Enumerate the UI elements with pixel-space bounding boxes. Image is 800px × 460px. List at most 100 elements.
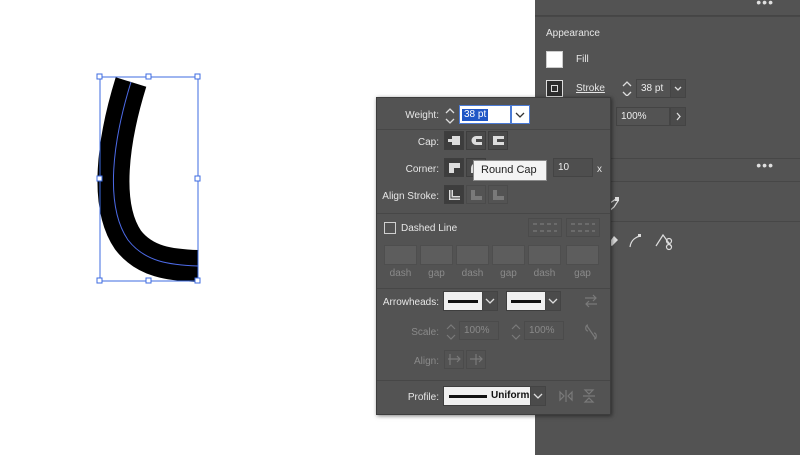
dashed-line-checkbox[interactable] <box>384 222 396 234</box>
butt-cap-icon <box>448 136 460 145</box>
opacity-arrow[interactable] <box>670 107 686 126</box>
scale-end-spinner-icon[interactable] <box>509 321 523 343</box>
handle-top-center <box>145 73 152 80</box>
anchor-point-icon[interactable] <box>627 232 643 250</box>
scale-end-field[interactable]: 100% <box>524 321 564 340</box>
arrowhead-end-select[interactable] <box>506 291 546 311</box>
gap-field-2[interactable] <box>492 245 525 265</box>
align-outside-button[interactable] <box>488 185 508 204</box>
fill-label: Fill <box>576 54 589 65</box>
arrowhead-end-dropdown[interactable] <box>545 291 561 311</box>
miter-join-button[interactable] <box>444 158 464 177</box>
gap-field-1[interactable] <box>420 245 453 265</box>
link-scale-icon[interactable] <box>583 322 599 342</box>
align-inside-button[interactable] <box>466 185 486 204</box>
weight-spinner-icon[interactable] <box>443 105 457 127</box>
scale-start-spinner-icon[interactable] <box>444 321 458 343</box>
line-icon <box>448 300 478 303</box>
profile-select[interactable]: Uniform <box>443 386 531 406</box>
butt-cap-button[interactable] <box>444 131 464 150</box>
chevron-down-icon <box>485 298 495 304</box>
dash-field-2[interactable] <box>456 245 489 265</box>
line-icon <box>511 300 541 303</box>
scale-start-field[interactable]: 100% <box>459 321 499 340</box>
gap-field-3[interactable] <box>566 245 599 265</box>
align-inside-icon <box>471 190 482 200</box>
dash-label: dash <box>461 268 484 279</box>
dash-field-1[interactable] <box>384 245 417 265</box>
popup-divider <box>377 288 610 289</box>
arrowheads-label: Arrowheads: <box>382 297 439 308</box>
uniform-profile-icon <box>449 395 487 398</box>
dash-label: dash <box>389 268 412 279</box>
arrow-place-button[interactable] <box>466 350 486 369</box>
dash-label: dash <box>533 268 556 279</box>
miter-limit-field[interactable]: 10 <box>553 158 593 177</box>
projecting-cap-button[interactable] <box>488 131 508 150</box>
handle-top-right <box>194 73 201 80</box>
profile-label: Profile: <box>407 392 439 403</box>
handle-middle-right <box>194 175 201 182</box>
dash-preserve-icon <box>533 223 557 232</box>
swap-arrows-icon[interactable] <box>582 293 600 309</box>
chevron-down-icon <box>515 112 525 118</box>
align-label: Align: <box>413 356 439 367</box>
preserve-dash-button[interactable] <box>528 218 562 237</box>
dash-align-icon <box>571 223 595 232</box>
panel-divider <box>535 16 800 17</box>
arrow-place-icon <box>470 354 483 365</box>
arrow-extend-icon <box>448 354 461 365</box>
stroke-swatch[interactable] <box>546 80 563 97</box>
miter-join-icon <box>449 163 460 173</box>
align-stroke-label: Align Stroke: <box>382 191 439 202</box>
dashed-line-label: Dashed Line <box>401 223 458 234</box>
chevron-down-icon <box>533 393 543 399</box>
handle-middle-left <box>96 175 103 182</box>
flip-horizontal-icon[interactable] <box>557 388 575 404</box>
cap-label: Cap: <box>417 137 439 148</box>
limit-unit: x <box>597 164 602 175</box>
corner-label: Corner: <box>405 164 439 175</box>
gap-label: gap <box>500 268 517 279</box>
stroke-weight-dropdown[interactable] <box>670 79 686 98</box>
align-center-icon <box>449 190 460 200</box>
handle-top-left <box>96 73 103 80</box>
weight-input[interactable]: 38 pt <box>459 105 511 124</box>
scissors-path-icon[interactable] <box>653 231 675 251</box>
projecting-cap-icon <box>493 136 504 145</box>
arrowhead-start-select[interactable] <box>443 291 483 311</box>
opacity-field[interactable]: 100% <box>616 107 670 126</box>
align-dash-button[interactable] <box>566 218 600 237</box>
chevron-down-icon <box>674 86 682 91</box>
profile-dropdown[interactable] <box>530 386 546 406</box>
fill-swatch[interactable] <box>546 51 563 68</box>
stroke-path <box>97 77 199 282</box>
gap-label: gap <box>574 268 591 279</box>
panel-title: Appearance <box>546 28 600 39</box>
align-outside-icon <box>493 190 504 200</box>
chevron-right-icon <box>676 112 681 121</box>
profile-value: Uniform <box>491 390 530 401</box>
stroke-weight-spinner-icon[interactable] <box>621 79 633 96</box>
arrow-extend-button[interactable] <box>444 350 464 369</box>
round-cap-button[interactable] <box>466 131 486 150</box>
gap-label: gap <box>428 268 445 279</box>
stroke-options-popup: Weight: 38 pt Cap: Corner: 10 x Align St… <box>376 97 611 415</box>
panel-menu-icon-2[interactable]: ••• <box>756 157 774 173</box>
handle-bottom-center <box>145 277 152 284</box>
handle-bottom-right <box>194 277 201 284</box>
popup-divider <box>377 129 610 130</box>
scale-label: Scale: <box>411 327 439 338</box>
weight-label: Weight: <box>405 110 439 121</box>
weight-dropdown-button[interactable] <box>511 105 530 124</box>
handle-bottom-left <box>96 277 103 284</box>
align-center-button[interactable] <box>444 185 464 204</box>
arrowhead-start-dropdown[interactable] <box>482 291 498 311</box>
popup-divider <box>377 380 610 381</box>
panel-menu-icon[interactable]: ••• <box>756 0 774 10</box>
flip-vertical-icon[interactable] <box>581 387 597 405</box>
dash-field-3[interactable] <box>528 245 561 265</box>
stroke-label[interactable]: Stroke <box>576 83 605 94</box>
round-cap-tooltip: Round Cap <box>473 160 547 181</box>
round-cap-icon <box>471 136 482 145</box>
